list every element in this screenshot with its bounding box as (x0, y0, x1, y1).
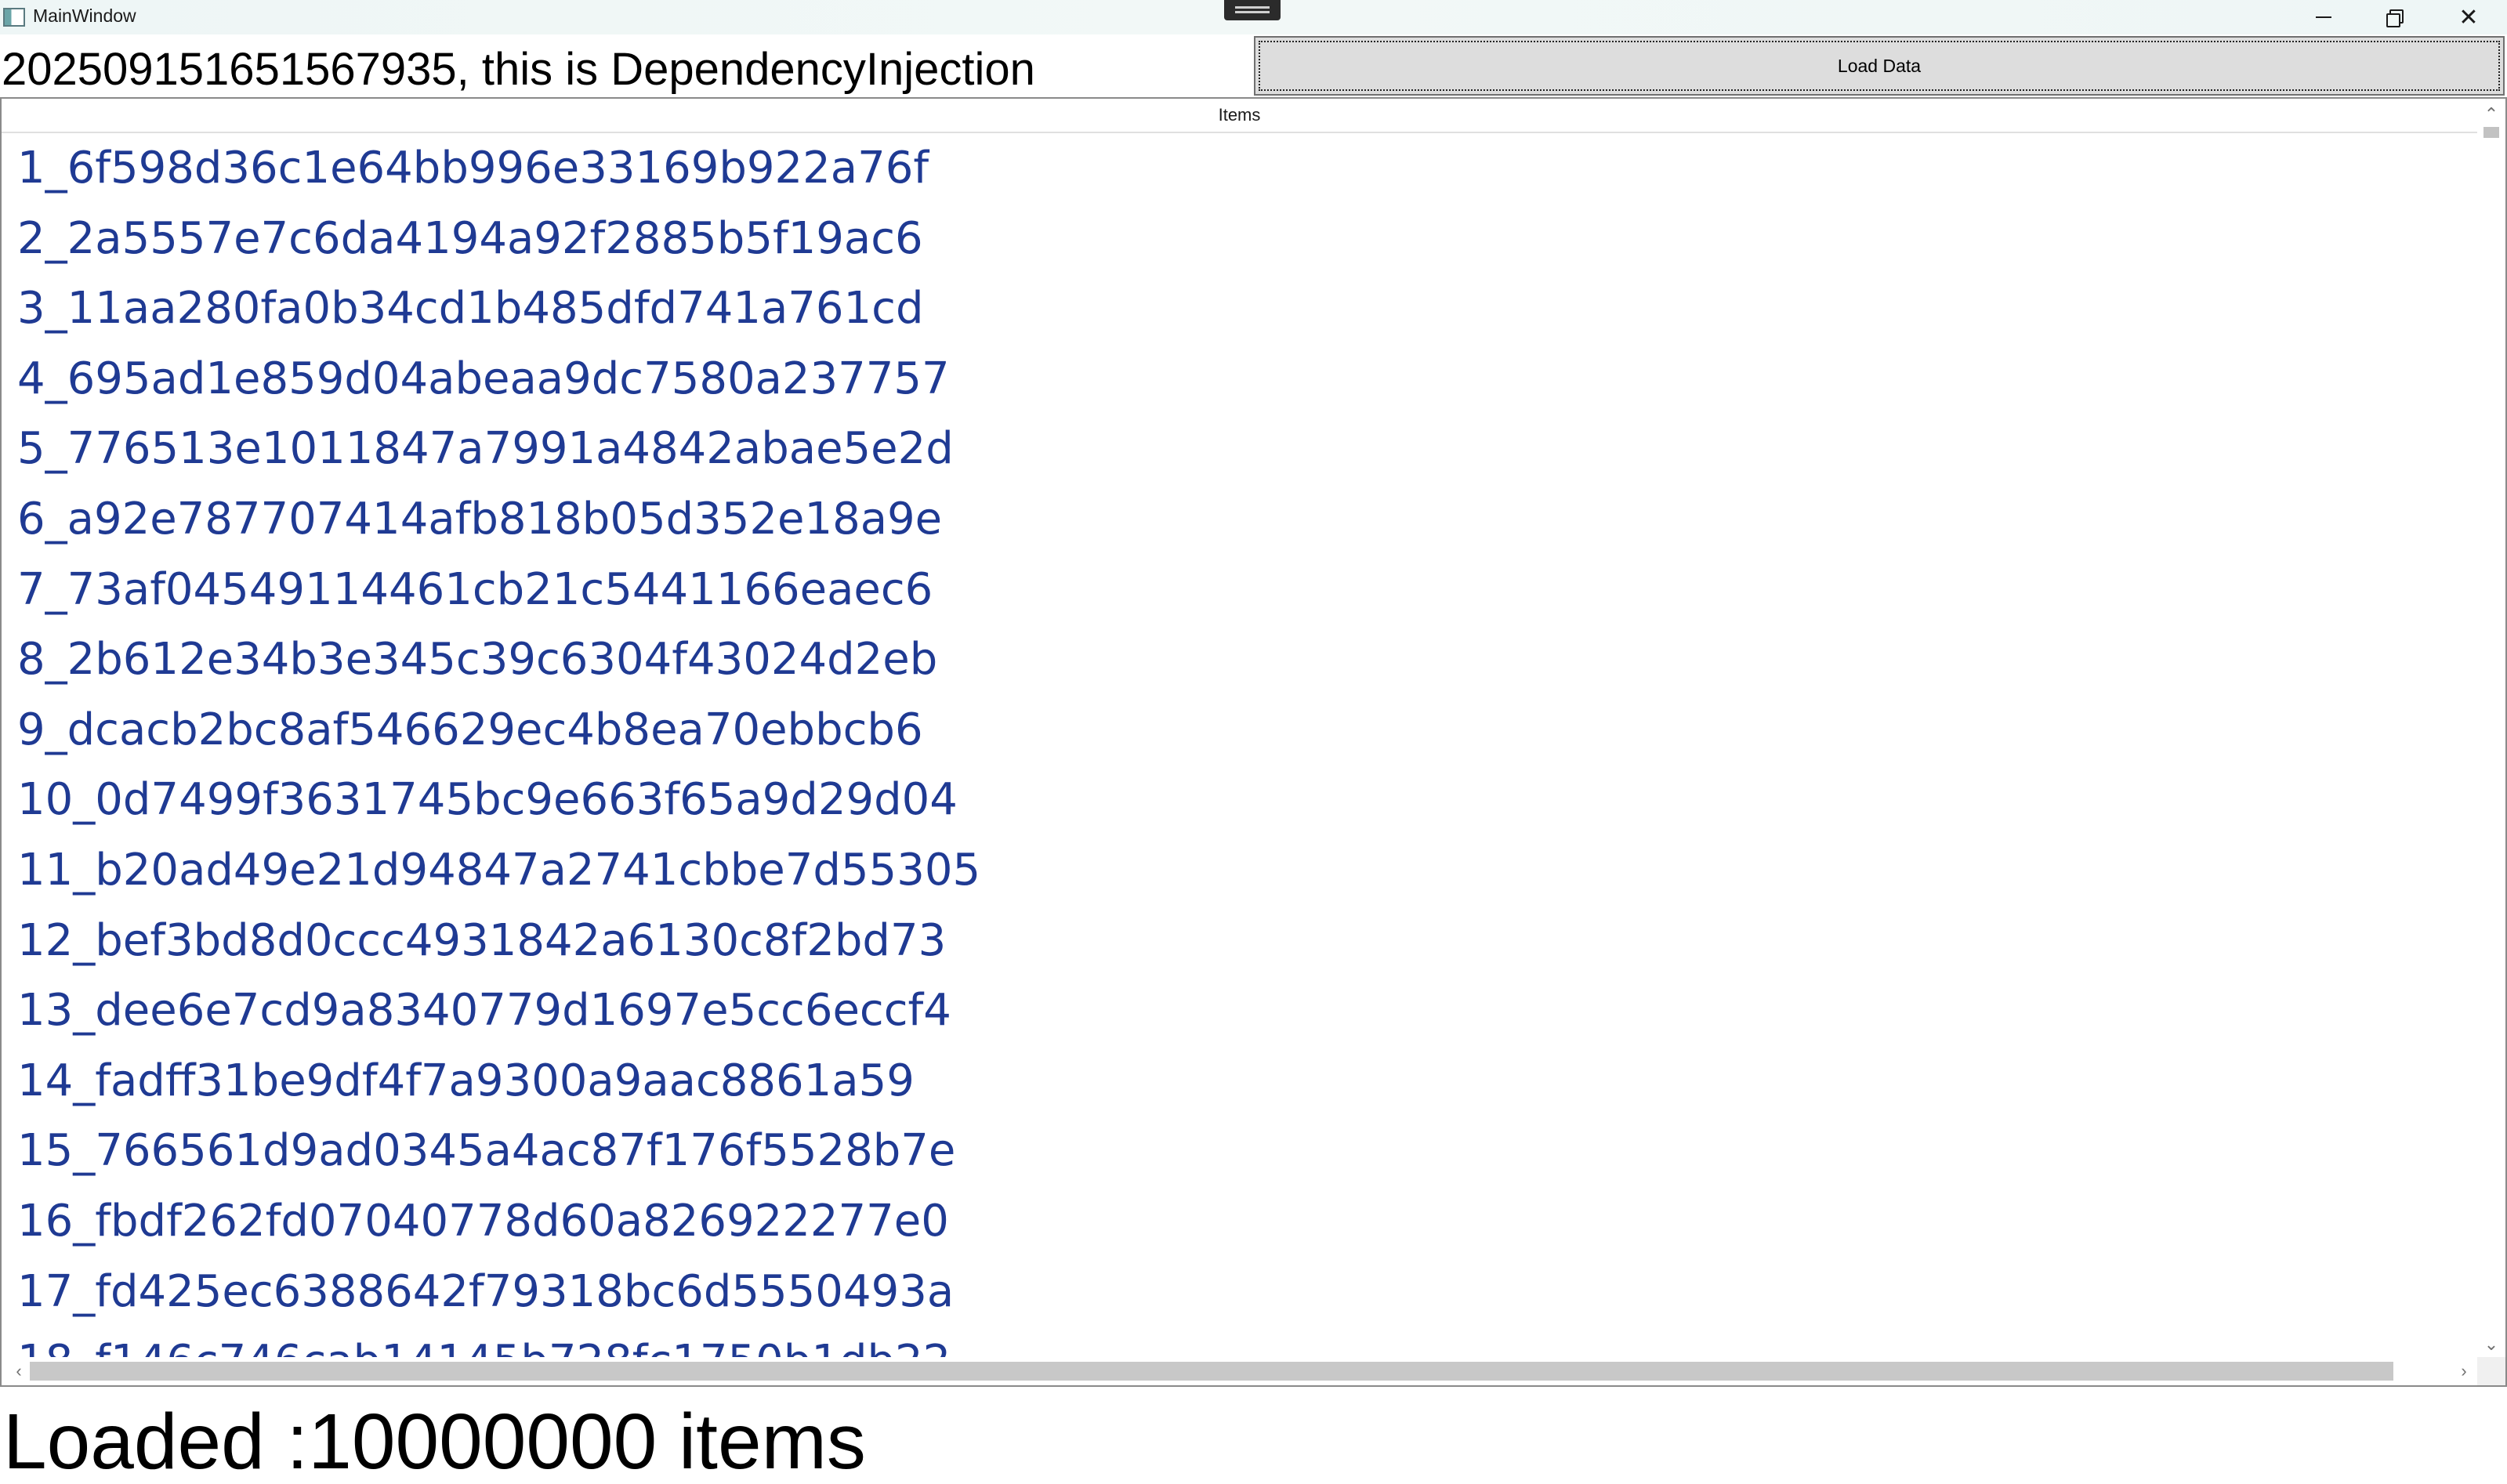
list-item[interactable]: 5_776513e1011847a7991a4842abae5e2d (17, 414, 2470, 484)
restore-icon (2386, 9, 2404, 27)
list-item[interactable]: 11_b20ad49e21d94847a2741cbbe7d55305 (17, 835, 2470, 906)
status-label: Loaded :10000000 items (3, 1398, 866, 1484)
load-data-button-label: Load Data (1837, 55, 1922, 76)
title-bar[interactable]: MainWindow ✕ (0, 0, 2507, 34)
window-app-icon (3, 8, 25, 27)
horizontal-scrollbar[interactable]: ‹ › (2, 1357, 2505, 1385)
snap-handle[interactable] (1224, 0, 1281, 20)
items-list: 1_6f598d36c1e64bb996e33169b922a76f 2_2a55… (17, 133, 2470, 1385)
items-viewport: 1_6f598d36c1e64bb996e33169b922a76f 2_2a55… (2, 133, 2477, 1385)
close-button[interactable]: ✕ (2433, 0, 2504, 34)
list-item[interactable]: 12_bef3bd8d0ccc4931842a6130c8f2bd73 (17, 906, 2470, 976)
list-item[interactable]: 2_2a5557e7c6da4194a92f2885b5f19ac6 (17, 204, 2470, 274)
list-item[interactable]: 17_fd425ec6388642f79318bc6d5550493a (17, 1257, 2470, 1327)
list-item[interactable]: 1_6f598d36c1e64bb996e33169b922a76f (17, 133, 2470, 204)
restore-button[interactable] (2359, 0, 2429, 34)
list-item[interactable]: 14_fadff31be9df4f7a9300a9aac8861a59 (17, 1046, 2470, 1117)
column-header-label: Items (1218, 105, 1261, 125)
scrollbar-corner (2477, 1357, 2505, 1385)
list-item[interactable]: 16_fbdf262fd07040778d60a826922277e0 (17, 1186, 2470, 1257)
chevron-left-icon[interactable]: ‹ (5, 1357, 33, 1385)
list-item[interactable]: 6_a92e787707414afb818b05d352e18a9e (17, 484, 2470, 555)
list-item[interactable]: 9_dcacb2bc8af546629ec4b8ea70ebbcb6 (17, 695, 2470, 766)
chevron-up-icon[interactable]: ⌃ (2477, 102, 2505, 127)
list-item[interactable]: 13_dee6e7cd9a8340779d1697e5cc6eccf4 (17, 975, 2470, 1046)
list-item[interactable]: 8_2b612e34b3e345c39c6304f43024d2eb (17, 624, 2470, 695)
list-item[interactable]: 4_695ad1e859d04abeaa9dc7580a237757 (17, 344, 2470, 414)
column-header-items[interactable]: Items (2, 99, 2477, 133)
list-item[interactable]: 3_11aa280fa0b34cd1b485dfd741a761cd (17, 273, 2470, 344)
chevron-right-icon[interactable]: › (2450, 1357, 2478, 1385)
list-item[interactable]: 15_766561d9ad0345a4ac87f176f5528b7e (17, 1116, 2470, 1186)
header-label: 20250915165156793​5, this is DependencyI… (2, 44, 1035, 95)
list-item[interactable]: 10_0d7499f3631745bc9e663f65a9d29d04 (17, 765, 2470, 835)
load-data-button[interactable]: Load Data (1254, 36, 2505, 96)
items-listview[interactable]: Items 1_6f598d36c1e64bb996e33169b922a76f… (0, 97, 2507, 1387)
close-icon: ✕ (2458, 4, 2479, 31)
main-window: MainWindow ✕ 20250915165156793​5, this i… (0, 0, 2507, 1484)
horizontal-scroll-thumb[interactable] (30, 1362, 2393, 1381)
minimize-button[interactable] (2288, 0, 2359, 34)
window-title: MainWindow (33, 5, 136, 26)
list-item[interactable]: 7_73af04549114461cb21c5441166eaec6 (17, 555, 2470, 625)
vertical-scroll-thumb[interactable] (2483, 127, 2499, 138)
minimize-icon (2316, 16, 2331, 18)
vertical-scrollbar[interactable]: ⌃ ⌄ (2477, 99, 2505, 1360)
chevron-down-icon[interactable]: ⌄ (2477, 1332, 2505, 1357)
